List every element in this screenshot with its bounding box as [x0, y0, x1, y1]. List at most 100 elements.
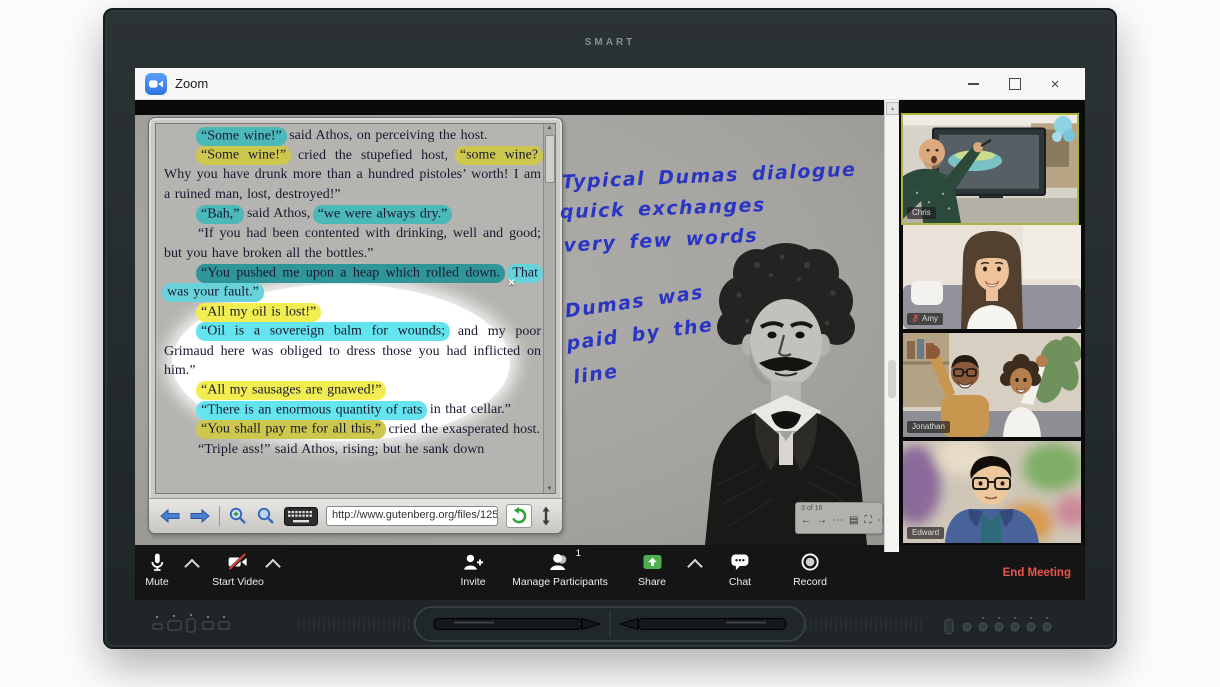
strip-scroll-thumb[interactable]	[888, 360, 896, 398]
screenshot-root: SMART Zoom × ×	[0, 0, 1220, 687]
paragraph: “Some wine!” cried the stupefied host, “…	[164, 146, 541, 205]
highlighted-text: “There is an enormous quantity of rats	[196, 401, 427, 420]
mute-label: Mute	[145, 576, 168, 588]
invite-label: Invite	[460, 576, 485, 588]
video-tile-chris[interactable]: Chris	[901, 113, 1079, 225]
more-options-icon[interactable]: ⋯	[833, 515, 843, 527]
dumas-portrait-sketch	[687, 235, 884, 545]
minimize-button[interactable]	[953, 68, 993, 100]
chevron-up-icon	[687, 559, 703, 575]
highlighted-text: “All my sausages are gnawed!”	[196, 381, 386, 400]
highlighted-text: “Bah,”	[196, 205, 244, 224]
paragraph: “If you had been contented with drinking…	[164, 224, 541, 263]
scrollbar-thumb[interactable]	[545, 135, 555, 183]
chevron-up-icon	[184, 559, 200, 575]
participant-name: Chris	[912, 208, 931, 217]
scroll-up-icon[interactable]: ▲	[544, 125, 555, 131]
notebook-scroll-strip[interactable]: ▲	[884, 100, 899, 552]
stylus-pen-left	[434, 619, 600, 630]
paragraph: “Triple ass!” said Athos, rising; but he…	[164, 440, 541, 460]
share-button[interactable]: Share	[638, 552, 666, 588]
document-page: × “Some wine!” said Athos, on perceiving…	[155, 123, 556, 494]
participants-panel: Chris	[898, 100, 1085, 600]
manage-participants-label: Manage Participants	[512, 576, 608, 588]
window-titlebar: Zoom ×	[135, 68, 1085, 100]
forward-button[interactable]	[189, 508, 211, 524]
zoom-window: Zoom × × “Some wine!” said Athos, on per…	[135, 68, 1085, 600]
invite-person-icon	[462, 552, 483, 572]
meeting-toolbar: Mute Start Video Invite	[135, 545, 1085, 600]
text-segment: “If you had been contented with drinking…	[164, 226, 541, 261]
text-segment: said Athos,	[242, 206, 314, 221]
strip-scroll-up-icon[interactable]: ▲	[886, 102, 899, 115]
resize-handle[interactable]	[540, 506, 552, 526]
refresh-button[interactable]	[506, 504, 532, 528]
text-segment: Why you have drunk more than a hundred p…	[164, 167, 541, 202]
scroll-down-icon[interactable]: ▼	[544, 486, 555, 492]
toolbar-divider	[219, 506, 220, 526]
participant-name: Jonathan	[912, 422, 945, 431]
handwritten-note-dialogue: Typical Dumas dialogue quick exchanges v…	[561, 155, 860, 261]
paragraph: “You shall pay me for all this,” cried t…	[164, 420, 541, 440]
share-options-chevron[interactable]	[690, 561, 701, 572]
record-button[interactable]: Record	[793, 552, 827, 588]
document-text: “Some wine!” said Athos, on perceiving t…	[164, 126, 541, 459]
minimize-icon	[968, 83, 979, 85]
highlighted-text: “You shall pay me for all this,”	[196, 420, 386, 439]
document-scrollbar[interactable]: ▲ ▼	[543, 124, 555, 493]
spotlight-close-icon[interactable]: ×	[508, 276, 515, 288]
participant-name: Edward	[912, 528, 939, 537]
start-video-label: Start Video	[212, 576, 264, 588]
back-button[interactable]	[159, 508, 181, 524]
chevron-up-icon	[265, 559, 281, 575]
paragraph: “Some wine!” said Athos, on perceiving t…	[164, 126, 541, 146]
paragraph: “All my sausages are gnawed!”	[164, 381, 541, 401]
share-screen-icon	[642, 552, 663, 572]
paragraph: “You pushed me upon a heap which rolled …	[164, 263, 541, 302]
mute-button[interactable]: Mute	[145, 552, 168, 588]
stylus-pen-right	[620, 619, 786, 630]
monitor-brand-logo: SMART	[103, 37, 1117, 48]
camera-off-icon	[227, 552, 248, 572]
participant-name: Amy	[922, 314, 938, 323]
close-button[interactable]: ×	[1035, 68, 1075, 100]
url-field[interactable]: http://www.gutenberg.org/files/1257	[326, 506, 498, 526]
zoom-out-button[interactable]	[256, 506, 276, 526]
participant-count-badge: 1	[576, 548, 581, 559]
start-video-button[interactable]: Start Video	[212, 552, 264, 588]
highlighted-text: “some wine?	[455, 146, 543, 165]
mute-options-chevron[interactable]	[187, 561, 198, 572]
connector-ports	[151, 612, 261, 638]
page-sorter-icon[interactable]: ▤	[849, 515, 858, 527]
share-label: Share	[638, 576, 666, 588]
keyboard-button[interactable]	[284, 507, 318, 526]
chat-label: Chat	[729, 576, 751, 588]
video-tile-edward[interactable]: Edward	[903, 441, 1081, 543]
video-options-chevron[interactable]	[268, 561, 279, 572]
maximize-button[interactable]	[995, 68, 1035, 100]
next-page-icon[interactable]: →	[817, 515, 827, 527]
video-tile-amy[interactable]: Amy	[903, 225, 1081, 329]
video-tile-jonathan[interactable]: Jonathan	[903, 333, 1081, 437]
overflow-icon[interactable]: ⋯	[877, 515, 884, 527]
end-meeting-button[interactable]: End Meeting	[1003, 567, 1071, 579]
text-segment: “Triple ass!” said Athos, rising; but he…	[198, 442, 484, 457]
pen-tray	[414, 606, 806, 644]
highlighted-text: “You pushed me upon a heap which rolled …	[196, 264, 505, 283]
chat-bubble-icon	[730, 552, 750, 572]
highlighted-text: “All my oil is lost!”	[196, 303, 321, 322]
chat-button[interactable]: Chat	[729, 552, 751, 588]
invite-button[interactable]: Invite	[460, 552, 485, 588]
page-navigation-toolbar: 3 of 16 ← → ⋯ ▤ ⛶ ⋯	[795, 502, 883, 534]
fit-page-icon[interactable]: ⛶	[864, 515, 871, 527]
zoom-in-button[interactable]	[228, 506, 248, 526]
previous-page-icon[interactable]: ←	[801, 515, 811, 527]
paragraph: “Bah,” said Athos, “we were always dry.”	[164, 204, 541, 224]
highlighted-text: “Oil is a sovereign balm for wounds;	[196, 322, 450, 341]
manage-participants-button[interactable]: 1 Manage Participants	[512, 552, 608, 588]
participant-name-tag: Jonathan	[907, 421, 950, 433]
meeting-content: × “Some wine!” said Athos, on perceiving…	[135, 100, 1085, 600]
text-segment: cried the exasperated host.	[384, 422, 540, 437]
text-segment: said Athos, on perceiving the host.	[285, 128, 488, 143]
page-counter: 3 of 16	[796, 503, 882, 513]
